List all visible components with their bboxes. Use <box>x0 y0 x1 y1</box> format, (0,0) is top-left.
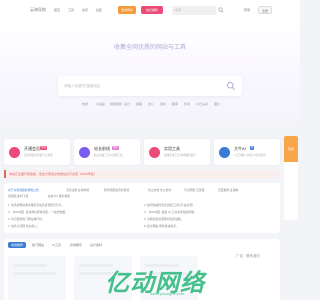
hot-tag[interactable]: 视频剪辑 <box>110 102 122 106</box>
hot-tag[interactable]: 翻译 <box>172 102 178 106</box>
card-badge: 新 <box>250 146 255 150</box>
feature-card-ai[interactable]: 大牛AI 新 人工智能 AI对话 AI绘画助手 <box>214 139 280 165</box>
placeholder-line <box>13 264 47 267</box>
hero-title: 收集全网优质的网站与工具 <box>113 45 186 51</box>
watermark-url: www.yidonghk.com <box>150 291 185 296</box>
hot-tag[interactable]: AI绘画 <box>96 102 105 106</box>
hot-tag[interactable]: 素材 <box>160 102 166 106</box>
search-icon[interactable] <box>218 7 224 13</box>
news-link[interactable]: 关于全新改版的通知公告 <box>8 188 39 192</box>
card-title: 大牛AI <box>234 146 246 151</box>
card-subtitle: 人工智能 AI对话 AI绘画助手 <box>234 154 267 157</box>
card-subtitle: 会员特权免费看千万资源 <box>24 154 53 157</box>
hot-tag[interactable]: 影视 <box>184 102 190 106</box>
top-search-input[interactable]: 搜索 <box>172 6 216 15</box>
notice-text: 本站已全面升级改版，欢迎大家提交优质站点与资源（2025年版） <box>9 172 97 176</box>
vip-icon <box>9 147 20 158</box>
site-logo[interactable]: 云海导航 <box>30 7 46 13</box>
hot-tag[interactable]: 编程 <box>136 102 142 106</box>
hero-banner <box>0 22 300 122</box>
search-icon[interactable] <box>226 81 236 91</box>
news-item[interactable]: 4. 【2025版】超多 AI 工具免费使用攻略。 <box>144 210 197 214</box>
notice-bar: 本站已全面升级改版，欢迎大家提交优质站点与资源（2025年版） <box>4 170 280 178</box>
checkin-button[interactable]: 签到 <box>284 136 298 162</box>
register-button[interactable]: 注册 <box>258 6 272 14</box>
nav-news[interactable]: 资讯 <box>82 8 88 12</box>
nav-home[interactable]: 首页 <box>54 8 60 12</box>
hot-tag[interactable]: 办公 <box>148 102 154 106</box>
news-link[interactable]: 夸克网盘 云存储 <box>184 188 204 192</box>
news-link[interactable]: 金山文档 办公协作 <box>148 188 171 192</box>
hot-tag[interactable]: 热搜 <box>82 102 88 106</box>
hero-search-input[interactable]: 请输入关键词 搜索网站 <box>58 76 242 96</box>
benefits-button[interactable]: 站长福利 <box>141 6 163 14</box>
login-link[interactable]: 登录 <box>244 8 250 12</box>
news-link[interactable]: 短视频 素材下载 <box>8 194 28 198</box>
tab-design[interactable]: 设计素材 <box>90 242 102 248</box>
tab-ai[interactable]: AI工具 <box>52 242 61 248</box>
notice-accent <box>4 170 6 178</box>
tab-popular[interactable]: 热门网站 <box>32 242 44 248</box>
hot-tag[interactable]: 图片 <box>214 102 220 106</box>
card-badge: 特惠 <box>40 146 47 150</box>
site-card[interactable] <box>8 256 66 300</box>
news-link[interactable]: 腾讯视频会员免费领 <box>104 188 129 192</box>
card-badge: 推荐 <box>112 146 119 150</box>
news-item[interactable]: 8. 提交网站 审核快速收录。 <box>144 224 179 228</box>
nav-community[interactable]: 社区 <box>96 8 102 12</box>
news-item[interactable]: 5. 每日更新热门网站排行榜。 <box>8 217 45 221</box>
feature-card-webmaster[interactable]: 站长前线 推荐 站长必备工具与资源汇总 <box>74 139 140 165</box>
news-link[interactable]: 无需注册 在线体验 <box>66 188 89 192</box>
card-subtitle: 在线实用工具 效率翻倍提升 <box>164 154 196 157</box>
placeholder-line <box>13 272 57 275</box>
news-link[interactable]: 在线 PS 图片编辑 <box>48 194 70 198</box>
ai-icon <box>219 147 230 158</box>
feature-card-vip[interactable]: 开通会员 特惠 会员特权免费看千万资源 <box>4 139 70 165</box>
card-title: 开通会员 <box>24 146 40 151</box>
nav-tools[interactable]: 工具 <box>68 8 74 12</box>
news-link[interactable]: 百度翻译 多语种 <box>218 188 238 192</box>
news-item[interactable]: 6. 全网优质资源限时免费领取。 <box>144 217 183 221</box>
feature-card-tools[interactable]: 实用工具 在线实用工具 效率翻倍提升 <box>144 139 210 165</box>
news-item[interactable]: 1. 优秀的网站收录推荐及站长资源整合分享。 <box>8 203 64 207</box>
card-title: 实用工具 <box>164 146 180 151</box>
news-panel: 关于全新改版的通知公告 无需注册 在线体验 腾讯视频会员免费领 金山文档 办公协… <box>4 183 280 233</box>
hot-tag[interactable]: 今日头条 <box>196 102 208 106</box>
ad-title[interactable]: 广告 · 联系我们 <box>236 254 260 259</box>
news-item[interactable]: 3. 【2025版】最新网址导航合集，一站式收藏。 <box>8 210 68 214</box>
tools-icon <box>149 147 160 158</box>
top-bar: 云海导航 首页 工具 资讯 社区 发布网址 站长福利 搜索 登录 注册 <box>0 0 300 22</box>
webmaster-icon <box>79 147 90 158</box>
side-rail: 签到 <box>284 136 298 220</box>
tab-recommend[interactable]: 常用推荐 <box>8 242 27 248</box>
submit-site-button[interactable]: 发布网址 <box>118 6 136 14</box>
news-item[interactable]: 2. 如何快速找到合适的工具与平台资源？ <box>144 203 195 207</box>
hot-tag[interactable]: 设计 <box>124 102 130 106</box>
card-title: 站长前线 <box>94 146 110 151</box>
news-item[interactable]: 7. 站长交流群 欢迎加入。 <box>8 224 40 228</box>
tab-entertainment[interactable]: 影视娱乐 <box>70 242 82 248</box>
card-subtitle: 站长必备工具与资源汇总 <box>94 154 123 157</box>
